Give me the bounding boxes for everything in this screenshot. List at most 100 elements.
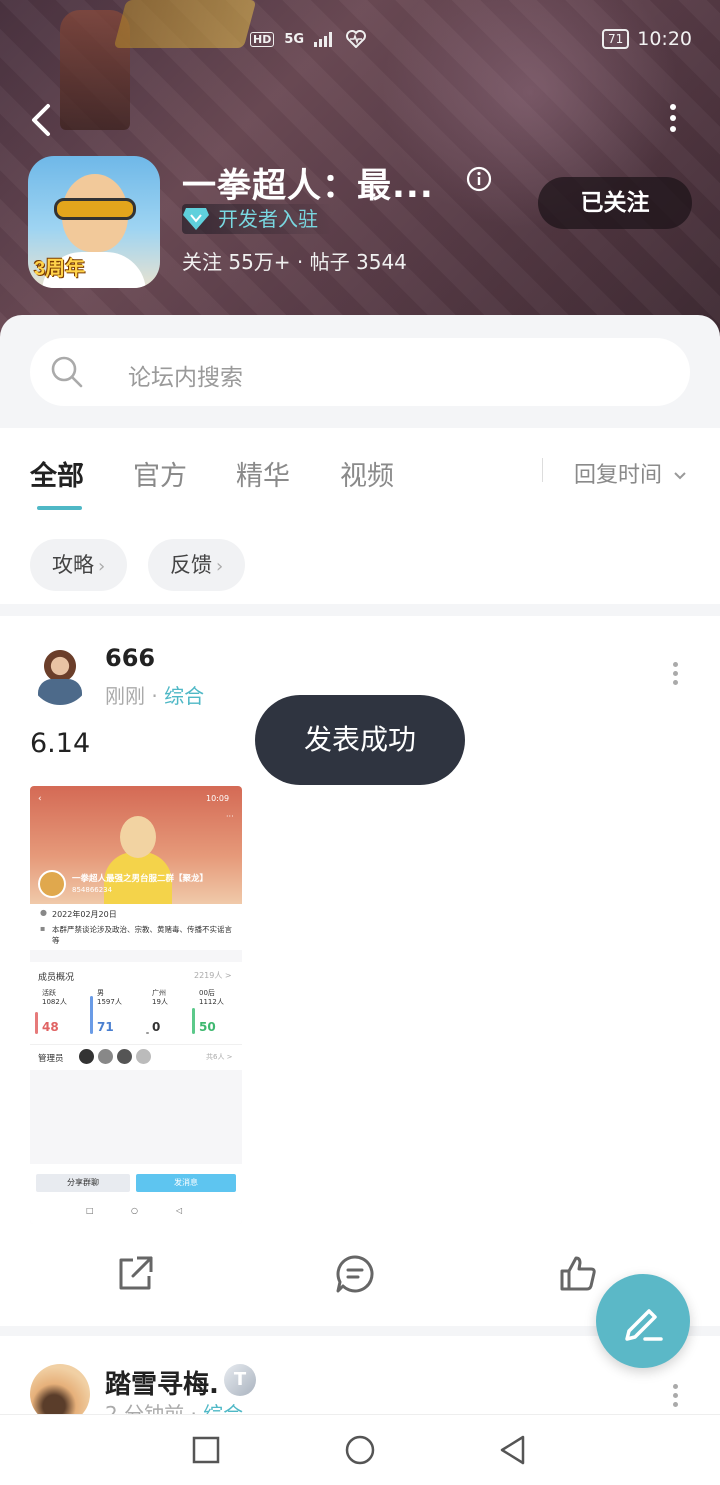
hd-indicator: HD [250, 31, 275, 47]
thumb-stat-bar-male [90, 996, 93, 1034]
signal-icon [314, 32, 333, 47]
nav-recent-button[interactable] [190, 1434, 222, 1466]
thumb-nav-recent-icon: □ [86, 1206, 94, 1215]
tab-all[interactable]: 全部 [30, 454, 84, 493]
nav-back-button[interactable] [497, 1434, 529, 1466]
thumb-admin-avatar [78, 1048, 95, 1065]
post-author[interactable]: 踏雪寻梅. [105, 1364, 219, 1401]
app-icon-glasses [54, 198, 136, 220]
sort-dropdown[interactable]: 回复时间 [574, 457, 687, 489]
thumb-group-id: 854866234 [72, 886, 113, 894]
thumb-admin-avatar [97, 1048, 114, 1065]
search-placeholder: 论坛内搜索 [128, 365, 243, 391]
clock: 10:20 [637, 28, 692, 50]
level-badge: T [224, 1364, 256, 1396]
thumb-admins-label: 管理员 [38, 1054, 64, 1064]
thumb-calendar-icon: ● [40, 908, 47, 917]
thumb-admin-avatar [135, 1048, 152, 1065]
thumb-stat-bar-age [192, 1008, 195, 1034]
diamond-icon [183, 208, 209, 230]
thumb-nav-home-icon: ○ [131, 1206, 138, 1215]
more-icon-dot [670, 126, 676, 132]
thumb-stat1-value: 48 [42, 1020, 59, 1034]
sort-label: 回复时间 [574, 463, 663, 488]
status-left: HD 5G [250, 30, 367, 48]
meta-separator: · [151, 684, 165, 708]
like-button[interactable] [558, 1254, 598, 1294]
tab-featured[interactable]: 精华 [236, 454, 290, 493]
network-indicator: 5G [284, 31, 305, 47]
thumb-stat4-sub: 1112人 [199, 998, 224, 1006]
more-icon-dot [672, 671, 678, 676]
search-icon [51, 356, 83, 388]
chip-label: 反馈 [170, 553, 212, 577]
chevron-right-icon: › [98, 556, 106, 577]
like-icon [560, 1256, 596, 1291]
status-bar: HD 5G 71 10:20 [0, 26, 720, 56]
thumb-stat2-sub: 1597人 [97, 998, 122, 1006]
thumb-stat3-value: 0 [152, 1020, 161, 1034]
more-icon-dot [672, 680, 678, 685]
developer-badge: 开发者入驻 [182, 204, 332, 234]
thumb-group-name: 一拳超人最强之男台服二群【聚龙】 [72, 874, 209, 884]
thumb-back-icon: ‹ [38, 794, 42, 804]
thumb-stat-bar-city [146, 1032, 149, 1034]
share-icon [119, 1256, 153, 1290]
thumb-hero-head [120, 816, 156, 858]
search-input[interactable]: 论坛内搜索 [30, 338, 690, 406]
chip-label: 攻略 [52, 553, 94, 577]
chip-feedback[interactable]: 反馈 › [148, 539, 246, 591]
more-icon-dot [670, 115, 676, 121]
thumb-stat1-sub: 1082人 [42, 998, 67, 1006]
app-icon-anniversary-tag: 3周年 [34, 258, 86, 280]
more-options-button[interactable] [666, 104, 680, 134]
battery-indicator: 71 [601, 29, 630, 49]
post-more-button[interactable] [670, 1384, 680, 1408]
nav-home-button[interactable] [344, 1434, 376, 1466]
nav-recent-icon [192, 1436, 220, 1464]
info-button[interactable] [466, 166, 492, 192]
more-icon-dot [672, 1393, 678, 1398]
post-meta: 刚刚 · 综合 [105, 680, 204, 709]
toast-message: 发表成功 [255, 695, 465, 785]
tab-official[interactable]: 官方 [133, 454, 187, 493]
avatar[interactable] [30, 645, 90, 705]
post-author[interactable]: 666 [105, 644, 155, 672]
thumb-members-total: 2219人 > [194, 971, 232, 980]
thumb-more-icon: ··· [226, 812, 234, 821]
thumb-bottom-section [30, 1164, 242, 1224]
chevron-right-icon: › [216, 556, 224, 577]
comment-icon [336, 1255, 374, 1293]
thumb-share-button: 分享群聊 [36, 1174, 130, 1192]
more-icon-dot [672, 662, 678, 667]
post-image[interactable]: ‹ 10:09 ··· 一拳超人最强之男台服二群【聚龙】 854866234 ●… [30, 786, 242, 1224]
follow-button[interactable]: 已关注 [538, 177, 692, 229]
section-gap [0, 604, 720, 616]
thumb-stat2-value: 71 [97, 1020, 114, 1034]
thumb-stat3-sub: 19人 [152, 998, 168, 1006]
thumb-admins-count: 共6人 > [206, 1053, 233, 1061]
active-tab-indicator [37, 506, 82, 510]
thumb-time: 10:09 [206, 794, 230, 803]
heart-rate-icon [346, 30, 367, 48]
share-button[interactable] [115, 1254, 155, 1294]
thumb-date: 2022年02月20日 [52, 910, 117, 919]
post-time: 刚刚 [105, 684, 145, 708]
post-category[interactable]: 综合 [164, 684, 204, 708]
more-icon-dot [670, 104, 676, 110]
tab-video[interactable]: 视频 [340, 454, 394, 493]
edit-icon [625, 1309, 663, 1341]
thumb-admin-avatar [116, 1048, 133, 1065]
thumb-message-button: 发消息 [136, 1174, 236, 1192]
back-button[interactable] [24, 100, 60, 140]
forum-app-icon: 3周年 [28, 156, 160, 288]
chevron-down-icon [674, 472, 686, 480]
comment-button[interactable] [335, 1254, 375, 1294]
back-icon [32, 104, 50, 136]
thumb-stat-bar-active [35, 1012, 38, 1034]
compose-post-button[interactable] [596, 1274, 690, 1368]
developer-badge-label: 开发者入驻 [218, 207, 318, 231]
thumb-stat4-value: 50 [199, 1020, 216, 1034]
post-more-button[interactable] [670, 662, 680, 686]
chip-guides[interactable]: 攻略 › [30, 539, 128, 591]
